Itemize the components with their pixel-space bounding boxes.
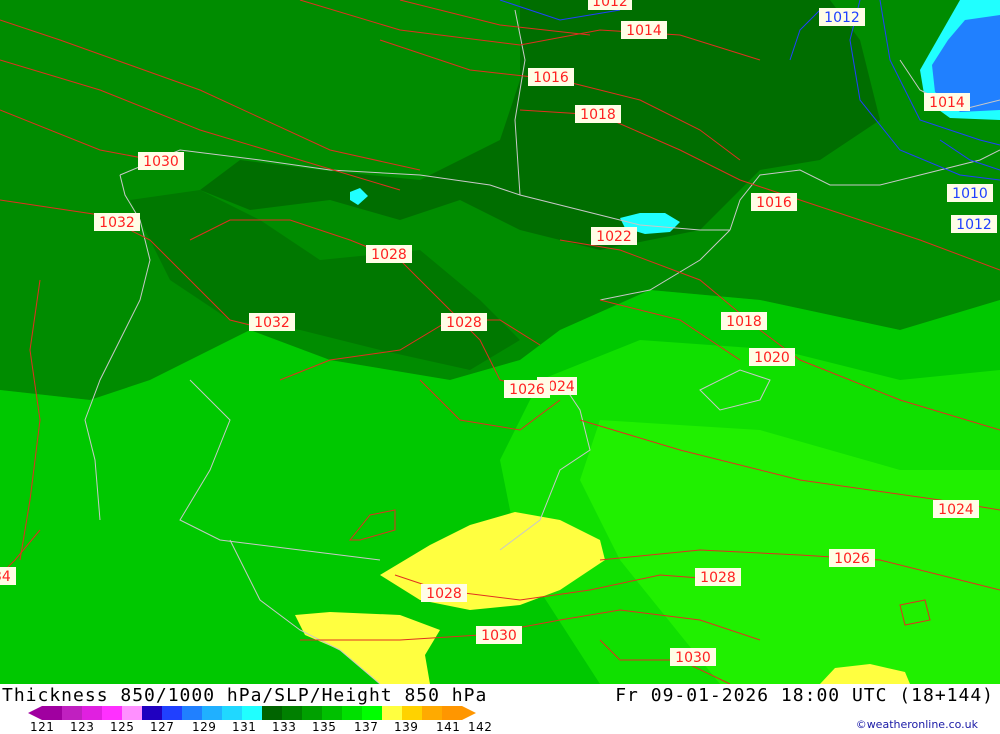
svg-text:1014: 1014	[929, 95, 965, 111]
isobar-label: 1026	[504, 380, 550, 398]
legend-swatch	[182, 706, 202, 720]
svg-text:1012: 1012	[824, 10, 860, 26]
legend-swatch	[442, 706, 462, 720]
legend-tick-label: 127	[150, 720, 175, 734]
legend-swatch	[162, 706, 182, 720]
legend-tick-label: 125	[110, 720, 135, 734]
legend-tick-label: 141	[436, 720, 461, 734]
svg-text:1030: 1030	[675, 650, 711, 666]
legend-swatch	[302, 706, 322, 720]
svg-text:1018: 1018	[580, 107, 616, 123]
legend-swatch	[122, 706, 142, 720]
svg-text:1030: 1030	[481, 628, 517, 644]
svg-text:1018: 1018	[726, 314, 762, 330]
legend-swatch	[262, 706, 282, 720]
svg-text:1020: 1020	[754, 350, 790, 366]
legend-swatch	[422, 706, 442, 720]
isobar-label: 1014	[924, 93, 970, 111]
legend-swatch	[202, 706, 222, 720]
legend-swatch	[42, 706, 62, 720]
svg-text:1016: 1016	[756, 195, 792, 211]
credit-link[interactable]: ©weatheronline.co.uk	[856, 718, 978, 731]
svg-text:1030: 1030	[143, 154, 179, 170]
legend-tick-label: 135	[312, 720, 337, 734]
isobar-label: 1016	[751, 193, 797, 211]
legend-arrow-right	[462, 706, 476, 720]
map-footer: Thickness 850/1000 hPa/SLP/Height 850 hP…	[0, 684, 1000, 734]
legend-ticks: 121 123 125 127 129 131 133 135 137 139 141 142	[26, 720, 506, 734]
weather-map: 1012 1014 1016 1018 1030 1032 1028 1022 …	[0, 0, 1000, 684]
isobar-label: 1030	[670, 648, 716, 666]
svg-text:1010: 1010	[952, 186, 988, 202]
legend-arrow-left	[28, 706, 42, 720]
legend-swatch	[362, 706, 382, 720]
forecast-datetime: Fr 09-01-2026 18:00 UTC (18+144)	[615, 685, 994, 706]
svg-text:1026: 1026	[834, 551, 870, 567]
svg-text:1028: 1028	[700, 570, 736, 586]
svg-text:1014: 1014	[626, 23, 662, 39]
isobar-label: 1034	[0, 567, 16, 585]
map-title: Thickness 850/1000 hPa/SLP/Height 850 hP…	[2, 685, 488, 706]
svg-text:1028: 1028	[446, 315, 482, 331]
isobar-label: 1026	[829, 549, 875, 567]
isobar-label: 1014	[621, 21, 667, 39]
legend-swatch	[82, 706, 102, 720]
svg-text:1026: 1026	[509, 382, 545, 398]
isobar-label: 1020	[749, 348, 795, 366]
isobar-label: 1016	[528, 68, 574, 86]
legend-tick-label: 137	[354, 720, 379, 734]
isobar-label: 1032	[94, 213, 140, 231]
isobar-label: 1022	[591, 227, 637, 245]
isobar-label: 1030	[138, 152, 184, 170]
color-legend	[28, 706, 476, 720]
svg-text:1022: 1022	[596, 229, 632, 245]
isobar-label: 1028	[421, 584, 467, 602]
svg-text:1028: 1028	[371, 247, 407, 263]
isobar-label: 1028	[366, 245, 412, 263]
legend-tick-label: 133	[272, 720, 297, 734]
isobar-label: 1012	[951, 215, 997, 233]
legend-swatch	[282, 706, 302, 720]
isobar-label: 1028	[441, 313, 487, 331]
svg-text:1016: 1016	[533, 70, 569, 86]
legend-swatch	[222, 706, 242, 720]
svg-text:1032: 1032	[254, 315, 290, 331]
legend-tick-label: 142	[468, 720, 493, 734]
legend-tick-label: 121	[30, 720, 55, 734]
svg-text:1012: 1012	[592, 0, 628, 10]
legend-swatch	[62, 706, 82, 720]
legend-tick-label: 123	[70, 720, 95, 734]
isobar-label: 1032	[249, 313, 295, 331]
svg-text:1012: 1012	[956, 217, 992, 233]
legend-swatch	[242, 706, 262, 720]
svg-text:1028: 1028	[426, 586, 462, 602]
isobar-label: 1028	[695, 568, 741, 586]
isobar-label: 1018	[575, 105, 621, 123]
isobar-label: 1024	[933, 500, 979, 518]
isobar-label: 1012	[588, 0, 632, 10]
svg-text:1032: 1032	[99, 215, 135, 231]
legend-swatch	[322, 706, 342, 720]
legend-swatch	[342, 706, 362, 720]
legend-swatch	[402, 706, 422, 720]
legend-tick-label: 131	[232, 720, 257, 734]
isobar-label: 1010	[947, 184, 993, 202]
isobar-label: 1018	[721, 312, 767, 330]
isobar-label: 1030	[476, 626, 522, 644]
legend-swatch	[142, 706, 162, 720]
legend-tick-label: 129	[192, 720, 217, 734]
svg-text:1024: 1024	[938, 502, 974, 518]
legend-swatch	[382, 706, 402, 720]
legend-swatch	[102, 706, 122, 720]
svg-text:1034: 1034	[0, 569, 11, 585]
isobar-label: 1012	[819, 8, 865, 26]
legend-tick-label: 139	[394, 720, 419, 734]
